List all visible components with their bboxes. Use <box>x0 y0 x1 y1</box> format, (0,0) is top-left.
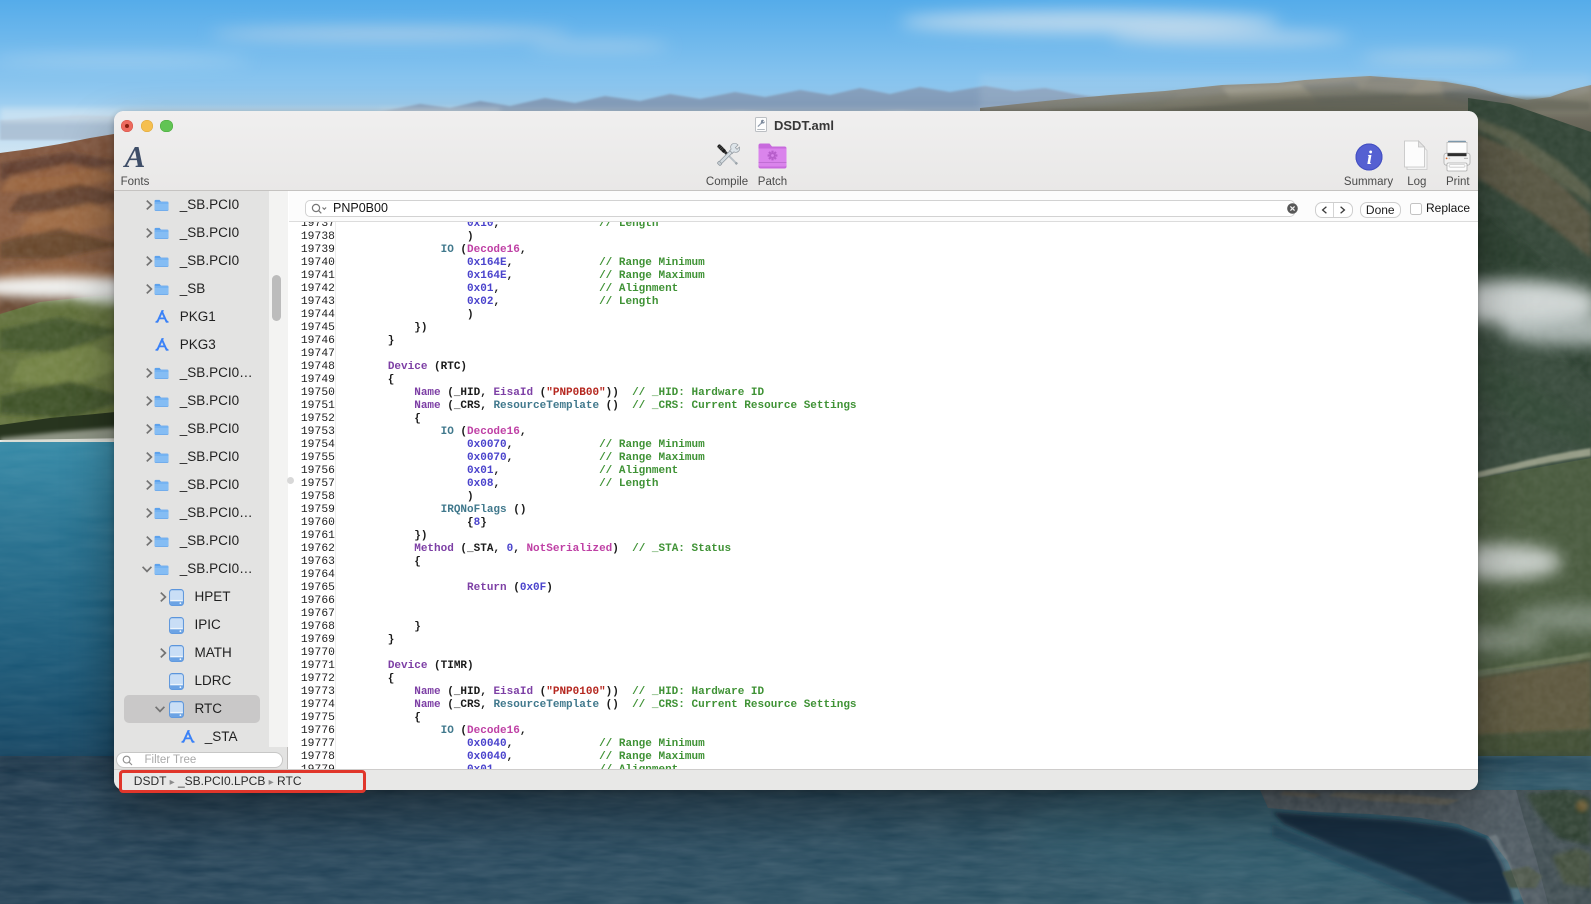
svg-text:i: i <box>1366 148 1372 169</box>
